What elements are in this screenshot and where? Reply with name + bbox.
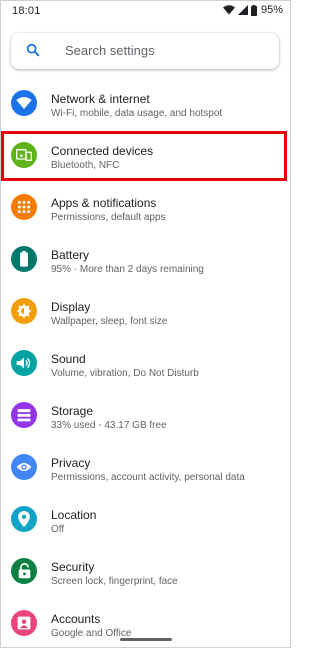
item-title: Network & internet bbox=[51, 92, 150, 106]
settings-item-network[interactable]: Network & internet Wi-Fi, mobile, data u… bbox=[0, 80, 291, 132]
item-subtitle: Wallpaper, sleep, font size bbox=[51, 316, 168, 327]
account-icon bbox=[11, 610, 37, 636]
battery-icon bbox=[11, 246, 37, 272]
item-title: Battery bbox=[51, 248, 90, 262]
item-subtitle: 33% used - 43.17 GB free bbox=[51, 420, 167, 431]
status-bar: 18:01 95% bbox=[0, 0, 291, 24]
search-placeholder: Search settings bbox=[65, 43, 155, 58]
settings-item-accounts[interactable]: Accounts Google and Office bbox=[0, 600, 291, 652]
status-time: 18:01 bbox=[12, 5, 41, 17]
settings-item-security[interactable]: Security Screen lock, fingerprint, face bbox=[0, 548, 291, 600]
item-subtitle: Google and Office bbox=[51, 628, 132, 639]
eye-icon bbox=[11, 454, 37, 480]
settings-item-privacy[interactable]: Privacy Permissions, account activity, p… bbox=[0, 444, 291, 496]
item-subtitle: Volume, vibration, Do Not Disturb bbox=[51, 368, 199, 379]
battery-percent: 95% bbox=[260, 4, 283, 16]
item-subtitle: 95% · More than 2 days remaining bbox=[51, 264, 204, 275]
item-subtitle: Bluetooth, NFC bbox=[51, 160, 120, 171]
item-subtitle: Screen lock, fingerprint, face bbox=[51, 576, 178, 587]
status-indicators: 95% bbox=[222, 4, 283, 16]
settings-item-apps[interactable]: Apps & notifications Permissions, defaul… bbox=[0, 184, 291, 236]
item-title: Apps & notifications bbox=[51, 196, 157, 210]
volume-icon bbox=[11, 350, 37, 376]
wifi-status-icon bbox=[222, 5, 235, 15]
item-title: Sound bbox=[51, 352, 86, 366]
settings-item-battery[interactable]: Battery 95% · More than 2 days remaining bbox=[0, 236, 291, 288]
item-subtitle: Off bbox=[51, 524, 65, 535]
item-subtitle: Permissions, default apps bbox=[51, 212, 166, 223]
apps-icon bbox=[11, 194, 37, 220]
item-title: Display bbox=[51, 300, 91, 314]
storage-icon bbox=[11, 402, 37, 428]
devices-icon bbox=[11, 142, 37, 168]
search-settings-bar[interactable]: Search settings bbox=[11, 33, 279, 69]
item-title: Storage bbox=[51, 404, 94, 418]
item-title: Privacy bbox=[51, 456, 91, 470]
brightness-icon bbox=[11, 298, 37, 324]
item-subtitle: Wi-Fi, mobile, data usage, and hotspot bbox=[51, 108, 223, 119]
item-title: Connected devices bbox=[51, 144, 154, 158]
item-subtitle: Permissions, account activity, personal … bbox=[51, 472, 245, 483]
lock-icon bbox=[11, 558, 37, 584]
item-title: Location bbox=[51, 508, 97, 522]
search-icon bbox=[25, 42, 41, 63]
wifi-icon bbox=[11, 90, 37, 116]
location-pin-icon bbox=[11, 506, 37, 532]
settings-item-sound[interactable]: Sound Volume, vibration, Do Not Disturb bbox=[0, 340, 291, 392]
settings-item-connected-devices[interactable]: Connected devices Bluetooth, NFC bbox=[0, 132, 291, 184]
navigation-gesture-handle[interactable] bbox=[120, 638, 172, 641]
settings-item-display[interactable]: Display Wallpaper, sleep, font size bbox=[0, 288, 291, 340]
item-title: Accounts bbox=[51, 612, 101, 626]
settings-item-storage[interactable]: Storage 33% used - 43.17 GB free bbox=[0, 392, 291, 444]
settings-item-location[interactable]: Location Off bbox=[0, 496, 291, 548]
item-title: Security bbox=[51, 560, 95, 574]
signal-icon bbox=[237, 5, 248, 15]
battery-status-icon bbox=[250, 4, 257, 16]
